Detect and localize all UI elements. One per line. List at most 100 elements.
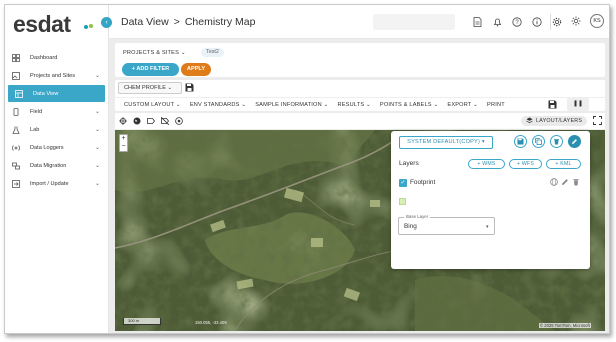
apply-button[interactable]: APPLY <box>181 63 211 76</box>
caret-down-icon: ▾ <box>481 139 485 145</box>
sidebar-item-label: Projects and Sites <box>30 72 76 79</box>
help-icon[interactable]: ? <box>507 16 527 28</box>
layers-panel: SYSTEM DEFAULT(COPY) ▾ Layers + WMS + WF… <box>391 131 590 269</box>
map-copyright: © 2025 TomTom, Microsoft <box>539 323 591 328</box>
menu-results[interactable]: RESULTS ⌄ <box>328 102 370 108</box>
chem-profile-label: CHEM PROFILE <box>124 85 166 91</box>
zoom-in-button[interactable]: + <box>120 135 127 143</box>
project-chip[interactable]: Test2 <box>201 48 224 57</box>
layout-layers-button[interactable]: LAYOUT/LAYERS <box>521 116 587 126</box>
save-icon <box>517 138 524 145</box>
delete-icon[interactable] <box>572 178 580 188</box>
sidebar-item-import-update[interactable]: Import / Update ⌄ <box>5 175 108 192</box>
logo-dot <box>84 25 88 29</box>
sidebar-item-projects-and-sites[interactable]: Projects and Sites ⌄ <box>5 67 108 84</box>
page-title: Chemistry Map <box>184 16 256 28</box>
edit-icon[interactable] <box>561 178 569 188</box>
sidebar-item-data-migration[interactable]: Data Migration ⌄ <box>5 157 108 174</box>
menu-label: POINTS & LABELS <box>379 101 432 108</box>
layout-layers-label: LAYOUT/LAYERS <box>536 118 583 124</box>
top-header: Data View > Chemistry Map ? KS <box>109 5 609 39</box>
save-icon[interactable] <box>548 100 557 109</box>
menu-export[interactable]: EXPORT ⌄ <box>438 102 478 108</box>
chevron-down-icon: ⌄ <box>94 109 100 115</box>
menu-env-standards[interactable]: ENV STANDARDS ⌄ <box>181 102 246 108</box>
sun-icon[interactable] <box>571 16 581 28</box>
base-layer-label: Base Layer <box>404 214 431 219</box>
avatar[interactable]: KS <box>590 14 604 28</box>
layers-heading: Layers <box>399 160 419 167</box>
copy-layout-button[interactable] <box>532 135 545 148</box>
add-kml-button[interactable]: + KML <box>546 159 581 169</box>
header-search-field[interactable] <box>373 14 455 30</box>
add-wms-button[interactable]: + WMS <box>468 159 505 169</box>
svg-text:?: ? <box>515 20 519 26</box>
pause-button[interactable]: ❚❚ <box>567 98 589 111</box>
breadcrumb: Data View > Chemistry Map <box>121 16 255 28</box>
menu-label: RESULTS <box>337 101 365 108</box>
info-icon[interactable] <box>527 16 547 28</box>
main-content: PROJECTS & SITES ⌄ Test2 + ADD FILTER AP… <box>109 39 609 333</box>
hide-label-icon[interactable] <box>160 116 170 126</box>
chevron-down-icon: ⌄ <box>94 163 100 169</box>
breadcrumb-root[interactable]: Data View <box>121 16 169 28</box>
footprint-checkbox[interactable]: ✓ <box>399 179 407 187</box>
projects-sites-label: PROJECTS & SITES <box>123 50 180 56</box>
logo-dot <box>89 24 93 28</box>
layer-name: Footprint <box>410 179 436 186</box>
chevron-down-icon: ⌄ <box>94 181 100 187</box>
dashboard-icon <box>12 53 20 62</box>
fullscreen-icon[interactable] <box>593 116 602 125</box>
menu-sample-information[interactable]: SAMPLE INFORMATION ⌄ <box>246 102 328 108</box>
map-toolbar: LAYOUT/LAYERS <box>115 113 605 129</box>
sidebar-item-data-loggers[interactable]: Data Loggers ⌄ <box>5 139 108 156</box>
sidebar-item-lab[interactable]: Lab ⌄ <box>5 121 108 138</box>
chevron-left-icon: ‹ <box>105 19 108 26</box>
menu-print[interactable]: PRINT <box>478 102 505 108</box>
add-wfs-button[interactable]: + WFS <box>509 159 542 169</box>
base-layer-select[interactable]: Base Layer Bing ▾ <box>398 214 495 235</box>
sidebar-item-field[interactable]: Field ⌄ <box>5 103 108 120</box>
menu-label: ENV STANDARDS <box>189 101 240 108</box>
zoom-out-button[interactable]: − <box>120 143 127 151</box>
phone-icon <box>12 107 20 116</box>
sidebar-nav: Dashboard Projects and Sites ⌄ Data View… <box>5 49 108 193</box>
flask-icon <box>12 126 20 134</box>
document-icon[interactable] <box>467 16 487 28</box>
add-filter-button[interactable]: + ADD FILTER <box>122 63 179 76</box>
sidebar-item-label: Data Loggers <box>30 144 64 151</box>
menu-custom-layout[interactable]: CUSTOM LAYOUT ⌄ <box>115 102 181 108</box>
delete-layout-button[interactable] <box>550 135 563 148</box>
sidebar-item-label: Import / Update <box>30 180 69 187</box>
target-icon[interactable] <box>175 117 183 125</box>
base-layer-value: Bing <box>404 223 417 230</box>
sidebar-item-label: Lab <box>30 126 40 133</box>
style-select-value: SYSTEM DEFAULT(COPY) <box>407 139 481 145</box>
layer-color-swatch[interactable] <box>399 198 406 205</box>
sidebar-item-label: Data Migration <box>30 162 67 169</box>
globe-icon[interactable] <box>133 117 141 125</box>
layers-icon <box>526 117 533 128</box>
crosshair-icon[interactable] <box>119 117 127 125</box>
menu-points-labels[interactable]: POINTS & LABELS ⌄ <box>371 102 438 108</box>
delete-icon <box>554 139 559 145</box>
sidebar: esdat Dashboard Projects and Sites ⌄ Dat… <box>5 5 109 333</box>
style-select[interactable]: SYSTEM DEFAULT(COPY) ▾ <box>399 136 493 149</box>
edit-layout-button[interactable] <box>568 135 581 148</box>
esdat-logo: esdat <box>13 11 71 37</box>
sidebar-item-dashboard[interactable]: Dashboard <box>5 49 108 66</box>
globe-icon[interactable] <box>550 178 558 188</box>
chem-profile-dropdown[interactable]: CHEM PROFILE ⌄ <box>118 82 182 94</box>
save-layout-button[interactable] <box>514 135 527 148</box>
save-icon[interactable] <box>185 83 194 92</box>
chevron-down-icon: ⌄ <box>94 73 100 79</box>
projects-sites-dropdown[interactable]: PROJECTS & SITES ⌄ <box>123 50 186 56</box>
sidebar-collapse-button[interactable]: ‹ <box>101 17 112 28</box>
label-icon[interactable] <box>147 117 156 125</box>
chevron-down-icon: ⌄ <box>94 145 100 151</box>
chevron-down-icon: ⌄ <box>167 85 173 91</box>
toolbar-menu: CUSTOM LAYOUT ⌄ ENV STANDARDS ⌄ SAMPLE I… <box>115 97 605 111</box>
sidebar-item-data-view[interactable]: Data View <box>8 85 105 102</box>
bell-icon[interactable] <box>487 16 507 28</box>
import-icon <box>12 179 20 188</box>
